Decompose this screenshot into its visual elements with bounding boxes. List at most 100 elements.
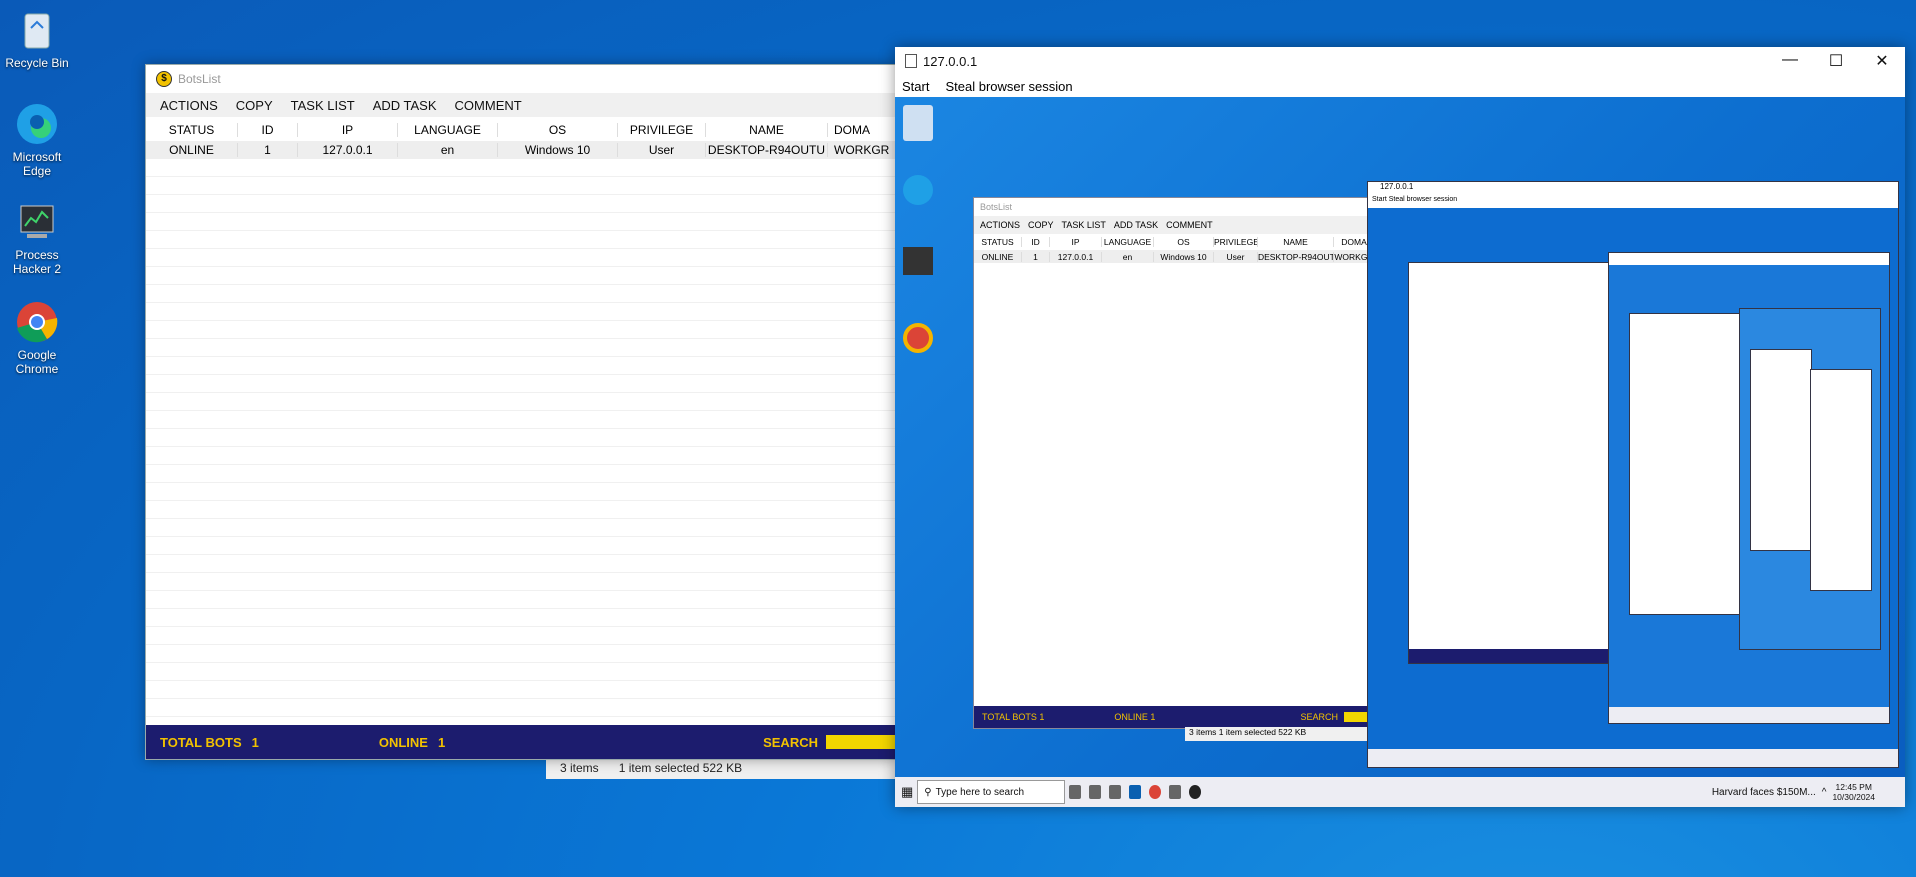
clock-time: 12:45 PM [1835, 782, 1872, 792]
cell-status: ONLINE [146, 143, 238, 157]
nested-remote-window-3 [1739, 308, 1881, 650]
column-header-domain[interactable]: DOMA [828, 123, 896, 137]
desktop-icon-label: Recycle Bin [5, 56, 69, 70]
bots-table: STATUS ID IP LANGUAGE OS PRIVILEGE NAME … [146, 119, 896, 721]
cell-language: en [398, 143, 498, 157]
remote-menu-add-task[interactable]: ADD TASK [1114, 220, 1158, 230]
remote-col-status[interactable]: STATUS [974, 237, 1022, 247]
start-icon[interactable]: ▦ [901, 784, 913, 800]
desktop-icon-process-hacker[interactable]: Process Hacker 2 [0, 198, 74, 276]
search-label: SEARCH [763, 734, 818, 750]
menu-comment[interactable]: COMMENT [446, 98, 531, 113]
menu-bar: Start Steal browser session [895, 75, 1905, 97]
nested-window-title: 127.0.0.1 [1368, 182, 1898, 196]
remote-cell-ip: 127.0.0.1 [1050, 251, 1102, 262]
remote-cell-name: DESKTOP-R94OUTU [1258, 251, 1334, 262]
taskbar-clock[interactable]: 12:45 PM 10/30/2024 [1832, 782, 1875, 802]
cell-id: 1 [238, 143, 298, 157]
nested-botslist-window-3 [1750, 349, 1812, 551]
edge-icon [13, 100, 61, 148]
cell-domain: WORKGR [834, 143, 890, 157]
column-header-name[interactable]: NAME [706, 123, 828, 137]
remote-table-header: STATUS ID IP LANGUAGE OS PRIVILEGE NAME … [974, 234, 1374, 250]
table-row[interactable]: ONLINE 1 127.0.0.1 en Windows 10 User DE… [146, 141, 896, 159]
explorer-status-bar: 3 items 1 item selected 522 KB [546, 757, 896, 779]
process-hacker-icon [13, 198, 61, 246]
tray-chevron-icon[interactable]: ^ [1822, 787, 1827, 798]
botslist-taskbar-icon[interactable] [1189, 785, 1202, 799]
menu-start[interactable]: Start [895, 79, 935, 94]
file-icon[interactable] [1089, 785, 1102, 799]
item-count: 3 items [560, 761, 599, 775]
maximize-icon[interactable]: ☐ [1813, 51, 1859, 71]
window-titlebar[interactable]: $ BotsList [146, 65, 896, 93]
app-logo-icon: $ [156, 71, 172, 87]
chrome-taskbar-icon[interactable] [1149, 785, 1162, 799]
mail-icon[interactable] [1129, 785, 1142, 799]
remote-menu-bar: ACTIONS COPY TASK LIST ADD TASK COMMENT [974, 216, 1374, 234]
remote-cell-status: ONLINE [974, 251, 1022, 262]
online-label: ONLINE [378, 734, 428, 750]
status-bar: TOTAL BOTS 1 ONLINE 1 SEARCH [146, 725, 896, 759]
table-header: STATUS ID IP LANGUAGE OS PRIVILEGE NAME … [146, 119, 896, 141]
remote-table-row[interactable]: ONLINE 1 127.0.0.1 en Windows 10 User DE… [974, 250, 1374, 263]
remote-botslist-title: BotsList [980, 202, 1013, 212]
remote-edge-icon [903, 175, 933, 205]
selection-info: 1 item selected 522 KB [618, 761, 743, 775]
menu-steal-browser-session[interactable]: Steal browser session [935, 79, 1078, 94]
desktop-icon-edge[interactable]: Microsoft Edge [0, 100, 74, 178]
search-input[interactable] [826, 735, 896, 749]
remote-desktop-window[interactable]: 127.0.0.1 — ☐ ✕ Start Steal browser sess… [895, 47, 1905, 807]
remote-menu-copy[interactable]: COPY [1028, 220, 1054, 230]
menu-task-list[interactable]: TASK LIST [282, 98, 364, 113]
menu-bar: ACTIONS COPY TASK LIST ADD TASK COMMENT [146, 93, 896, 117]
remote-col-privilege[interactable]: PRIVILEGE [1214, 237, 1258, 247]
column-header-os[interactable]: OS [498, 123, 618, 137]
remote-menu-task-list[interactable]: TASK LIST [1062, 220, 1106, 230]
window-titlebar[interactable]: 127.0.0.1 — ☐ ✕ [895, 47, 1905, 75]
remote-screen[interactable]: BotsList ACTIONS COPY TASK LIST ADD TASK… [895, 97, 1905, 807]
desktop-icon-label: Process Hacker 2 [12, 248, 62, 276]
nested-menu: Start Steal browser session [1368, 196, 1898, 208]
menu-copy[interactable]: COPY [227, 98, 282, 113]
remote-botslist-window[interactable]: BotsList ACTIONS COPY TASK LIST ADD TASK… [973, 197, 1375, 729]
nested-botslist-window-2 [1629, 313, 1751, 615]
nested-botslist-window[interactable] [1408, 262, 1610, 664]
news-widget[interactable]: Harvard faces $150M... [1712, 787, 1816, 798]
remote-taskbar: ▦ ⚲ Type here to search Harvard faces $1… [895, 777, 1905, 807]
remote-col-id[interactable]: ID [1022, 237, 1050, 247]
remote-status-bar: TOTAL BOTS 1 ONLINE 1 SEARCH [974, 706, 1374, 728]
remote-menu-comment[interactable]: COMMENT [1166, 220, 1213, 230]
remote-col-name[interactable]: NAME [1258, 237, 1334, 247]
column-header-ip[interactable]: IP [298, 123, 398, 137]
close-icon[interactable]: ✕ [1859, 51, 1905, 71]
nested-remote-window-2[interactable] [1608, 252, 1890, 724]
settings-icon[interactable] [1169, 785, 1182, 799]
remote-chrome-icon [903, 323, 933, 353]
task-view-icon[interactable] [1069, 785, 1082, 799]
menu-actions[interactable]: ACTIONS [146, 98, 227, 113]
total-bots-value: 1 [251, 734, 259, 750]
desktop-icon-recycle-bin[interactable]: Recycle Bin [0, 6, 74, 70]
taskbar-search-input[interactable]: ⚲ Type here to search [917, 780, 1066, 804]
minimize-icon[interactable]: — [1767, 51, 1813, 71]
remote-total-bots: TOTAL BOTS 1 [982, 712, 1045, 722]
remote-menu-actions[interactable]: ACTIONS [980, 220, 1020, 230]
recycle-bin-icon [13, 6, 61, 54]
remote-process-hacker-icon [903, 247, 933, 275]
column-header-language[interactable]: LANGUAGE [398, 123, 498, 137]
column-header-id[interactable]: ID [238, 123, 298, 137]
menu-add-task[interactable]: ADD TASK [364, 98, 446, 113]
remote-col-os[interactable]: OS [1154, 237, 1214, 247]
desktop-icon-chrome[interactable]: Google Chrome [0, 298, 74, 376]
cell-privilege: User [618, 143, 706, 157]
file-icon-2[interactable] [1109, 785, 1122, 799]
total-bots-label: TOTAL BOTS [160, 734, 242, 750]
botslist-window[interactable]: $ BotsList ACTIONS COPY TASK LIST ADD TA… [145, 64, 897, 760]
nested-remote-window[interactable]: 127.0.0.1 Start Steal browser session [1367, 181, 1899, 768]
column-header-status[interactable]: STATUS [146, 123, 238, 137]
remote-col-language[interactable]: LANGUAGE [1102, 237, 1154, 247]
column-header-privilege[interactable]: PRIVILEGE [618, 123, 706, 137]
remote-col-ip[interactable]: IP [1050, 237, 1102, 247]
chrome-icon [13, 298, 61, 346]
